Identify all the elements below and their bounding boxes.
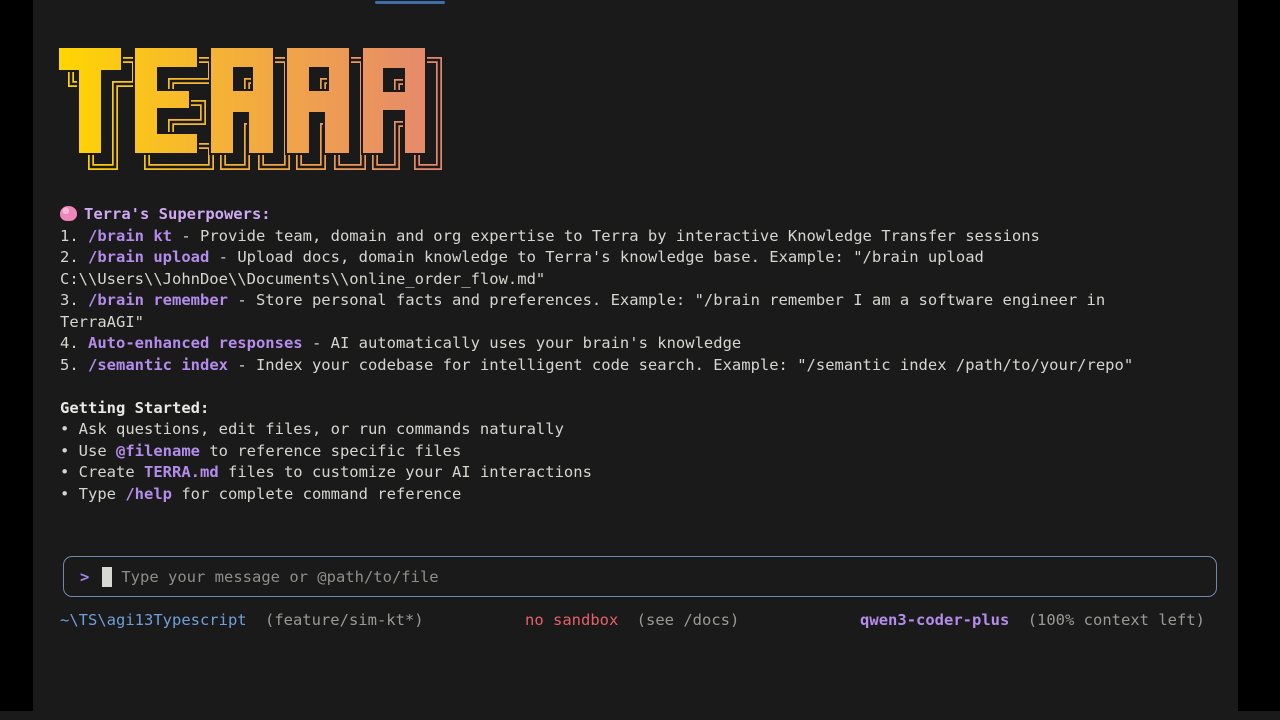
terminal-line: 5. /semantic index - Index your codebase… — [60, 355, 1220, 377]
terminal-line: • Type /help for complete command refere… — [60, 484, 1220, 506]
terminal-text-segment: - AI automatically uses your brain's kno… — [303, 334, 742, 352]
terminal-text-segment: C:\\Users\\JohnDoe\\Documents\\online_or… — [60, 270, 545, 288]
terminal-text-segment: 2. — [60, 248, 88, 266]
terminal-text-segment: • Ask questions, edit files, or run comm… — [60, 420, 564, 438]
terminal-text-segment: /brain upload — [88, 248, 209, 266]
git-branch: (feature/sim-kt*) — [265, 611, 424, 629]
terminal-text-segment: for complete command reference — [172, 485, 461, 503]
terminal-text-segment: Terra's Superpowers: — [84, 205, 271, 223]
brain-icon — [60, 206, 77, 221]
prompt-chevron: > — [80, 568, 89, 586]
workspace-path: ~\TS\agi13Typescript — [60, 611, 247, 629]
terminal-text-segment: - Index your codebase for intelligent co… — [228, 356, 1133, 374]
message-input-box[interactable]: > Type your message or @path/to/file — [63, 556, 1217, 597]
terminal-text-segment: to reference specific files — [200, 442, 461, 460]
terra-logo-art — [58, 47, 458, 173]
terminal-line: 1. /brain kt - Provide team, domain and … — [60, 226, 1220, 248]
terminal-text-segment: /help — [125, 485, 172, 503]
terminal-text-segment: • Use — [60, 442, 116, 460]
status-right: qwen3-coder-plus (100% context left) — [860, 611, 1205, 629]
terminal-text-segment: /brain remember — [88, 291, 228, 309]
bottom-strip — [0, 711, 1280, 720]
status-middle: no sandbox (see /docs) — [525, 611, 739, 629]
terminal-line: C:\\Users\\JohnDoe\\Documents\\online_or… — [60, 269, 1220, 291]
terminal-output: Terra's Superpowers: 1. /brain kt - Provi… — [60, 204, 1220, 505]
terminal-line: • Create TERRA.md files to customize you… — [60, 462, 1220, 484]
terminal-text-segment: /brain kt — [88, 227, 172, 245]
terminal-text-segment: Auto-enhanced responses — [88, 334, 303, 352]
terminal-text-segment: @filename — [116, 442, 200, 460]
terminal-line: 2. /brain upload - Upload docs, domain k… — [60, 247, 1220, 269]
terra-logo — [58, 47, 458, 173]
terminal-line: TerraAGI" — [60, 312, 1220, 334]
terminal-line: 3. /brain remember - Store personal fact… — [60, 290, 1220, 312]
model-name: qwen3-coder-plus — [860, 611, 1009, 629]
terminal-text-segment: TERRA.md — [144, 463, 219, 481]
terminal-text-segment: - Store personal facts and preferences. … — [228, 291, 1105, 309]
input-placeholder: Type your message or @path/to/file — [121, 568, 438, 586]
terminal-text-segment: • Create — [60, 463, 144, 481]
terminal-text-segment: files to customize your AI interactions — [219, 463, 592, 481]
status-bar: ~\TS\agi13Typescript (feature/sim-kt*) n… — [33, 611, 1238, 633]
terminal-text-segment: • Type — [60, 485, 125, 503]
terminal-line: 4. Auto-enhanced responses - AI automati… — [60, 333, 1220, 355]
terminal-text-segment: /semantic index — [88, 356, 228, 374]
terminal-window: Terra's Superpowers: 1. /brain kt - Provi… — [33, 0, 1238, 720]
terminal-line: • Ask questions, edit files, or run comm… — [60, 419, 1220, 441]
sandbox-hint: (see /docs) — [637, 611, 740, 629]
tab-indicator-line — [375, 1, 445, 4]
terminal-text-segment: 3. — [60, 291, 88, 309]
sandbox-alert: no sandbox — [525, 611, 618, 629]
video-frame: Terra's Superpowers: 1. /brain kt - Provi… — [0, 0, 1280, 720]
terminal-text-segment: 4. — [60, 334, 88, 352]
terminal-text-segment: TerraAGI" — [60, 313, 144, 331]
terminal-line — [60, 376, 1220, 398]
context-remaining: (100% context left) — [1028, 611, 1205, 629]
terminal-text-segment: - Upload docs, domain knowledge to Terra… — [209, 248, 984, 266]
terminal-line: Getting Started: — [60, 398, 1220, 420]
terminal-line: Terra's Superpowers: — [60, 204, 1220, 226]
terminal-text-segment: - Provide team, domain and org expertise… — [172, 227, 1040, 245]
text-cursor — [102, 567, 112, 587]
terminal-line: • Use @filename to reference specific fi… — [60, 441, 1220, 463]
terminal-text-segment: Getting Started: — [60, 399, 209, 417]
terminal-text-segment: 1. — [60, 227, 88, 245]
status-left: ~\TS\agi13Typescript (feature/sim-kt*) — [60, 611, 424, 629]
terminal-text-segment: 5. — [60, 356, 88, 374]
